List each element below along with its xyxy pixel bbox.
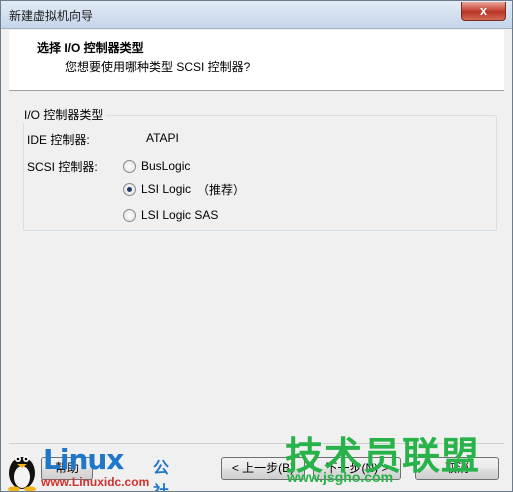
radio-icon[interactable] xyxy=(123,159,136,173)
radio-lsi-logic-sas[interactable]: LSI Logic SAS xyxy=(123,207,218,223)
close-icon: x xyxy=(479,3,488,18)
ide-label: IDE 控制器: xyxy=(27,133,90,147)
wizard-header: 选择 I/O 控制器类型 您想要使用哪种类型 SCSI 控制器? xyxy=(9,30,504,91)
radio-buslogic[interactable]: BusLogic xyxy=(123,158,190,174)
wizard-body: I/O 控制器类型 IDE 控制器: ATAPI SCSI 控制器: BusLo… xyxy=(9,91,504,443)
ide-value: ATAPI xyxy=(146,131,179,145)
linux-brand-suffix: 公社 xyxy=(153,460,170,491)
radio-lsi-logic[interactable]: LSI Logic （推荐） xyxy=(123,181,245,197)
linux-watermark: Linux 公社 www.Linuxidc.com xyxy=(5,443,183,491)
radio-selected-icon[interactable] xyxy=(123,182,136,196)
tux-penguin-icon xyxy=(8,456,36,491)
linux-brand: Linux xyxy=(43,443,124,476)
group-legend: I/O 控制器类型 xyxy=(21,106,107,123)
close-button[interactable]: x xyxy=(461,2,506,21)
jsgho-url: www.jsgho.com xyxy=(287,469,394,485)
radio-label-buslogic: BusLogic xyxy=(141,159,191,173)
radio-label-lsi-logic-sas: LSI Logic SAS xyxy=(141,208,219,222)
page-subtitle: 您想要使用哪种类型 SCSI 控制器? xyxy=(65,60,251,74)
wizard-window: 新建虚拟机向导 x 选择 I/O 控制器类型 您想要使用哪种类型 SCSI 控制… xyxy=(0,0,513,492)
linux-url: www.Linuxidc.com xyxy=(41,475,150,489)
radio-label-lsi-logic: LSI Logic xyxy=(141,182,192,196)
radio-icon[interactable] xyxy=(123,208,136,222)
window-title: 新建虚拟机向导 xyxy=(9,9,94,23)
scsi-label: SCSI 控制器: xyxy=(27,160,98,174)
jsgho-watermark: 技术员联盟 www.jsgho.com xyxy=(285,425,495,489)
page-title: 选择 I/O 控制器类型 xyxy=(37,41,144,55)
title-bar[interactable]: 新建虚拟机向导 x xyxy=(1,1,512,29)
recommended-note: （推荐） xyxy=(197,182,246,197)
